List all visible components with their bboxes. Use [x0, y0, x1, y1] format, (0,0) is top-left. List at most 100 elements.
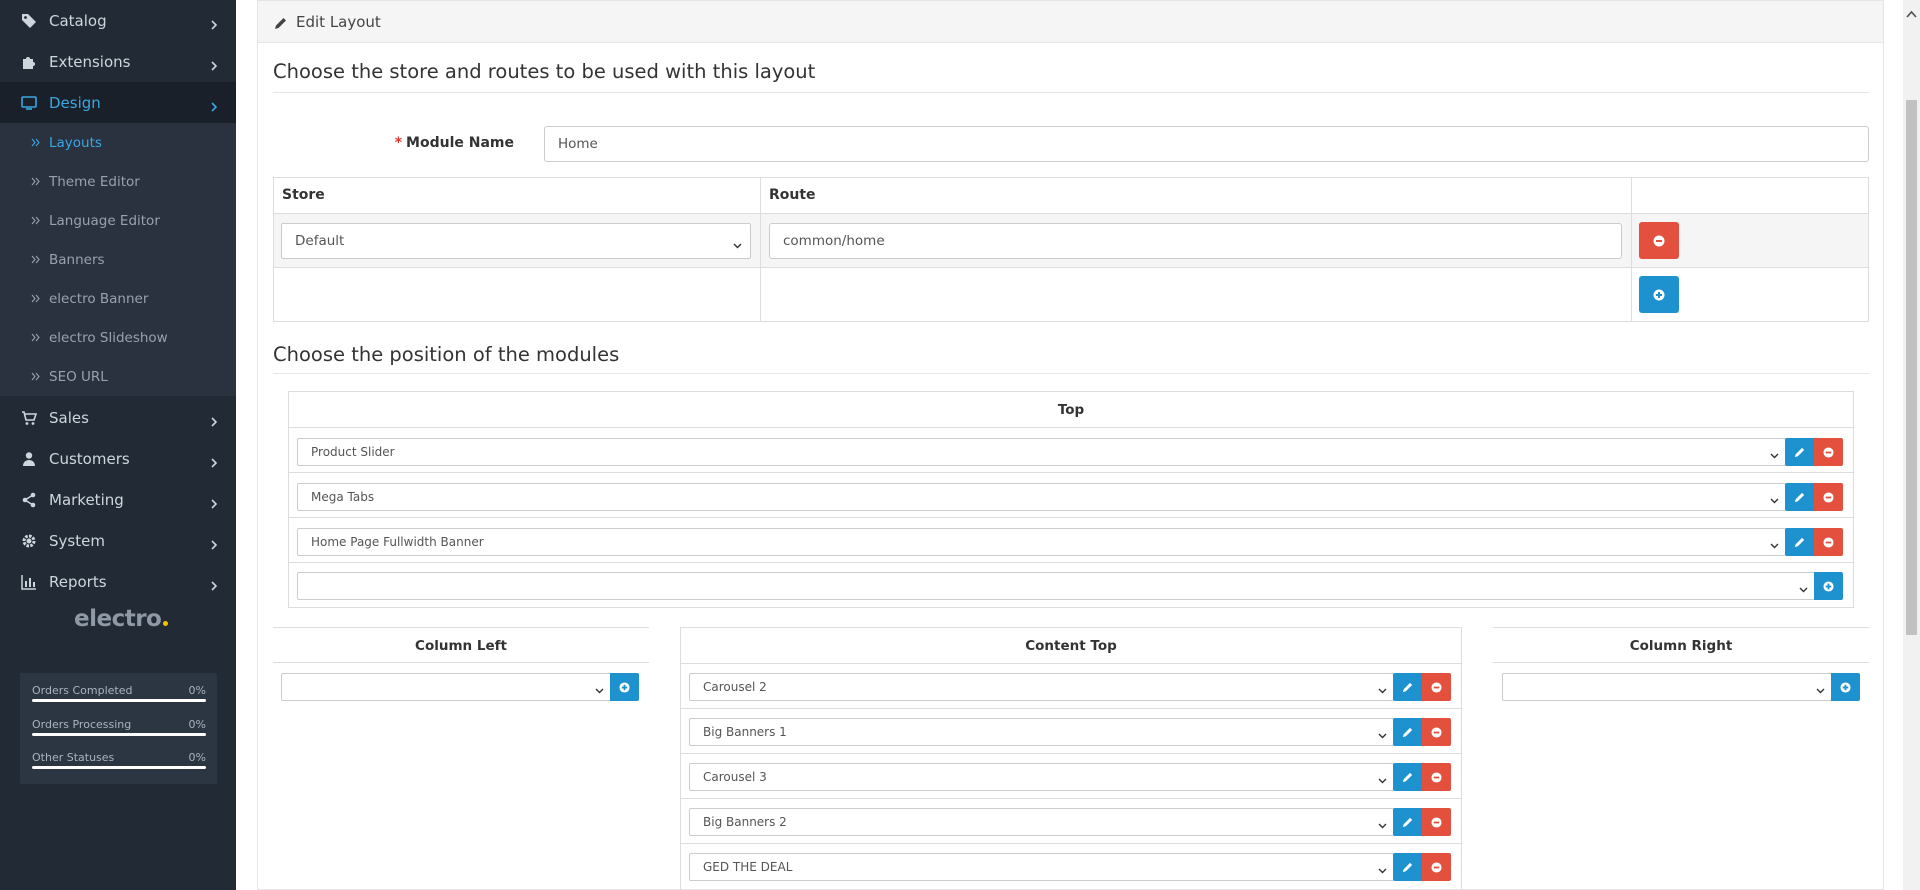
- minus-circle-icon: [1823, 491, 1834, 503]
- remove-module-button[interactable]: [1422, 808, 1451, 836]
- chevron-right-icon: [211, 57, 218, 75]
- add-route-button[interactable]: [1639, 276, 1679, 313]
- edit-module-button[interactable]: [1393, 808, 1422, 836]
- edit-module-button[interactable]: [1393, 673, 1422, 701]
- user-icon: [21, 451, 37, 467]
- sidebar: Catalog Extensions Design Layouts Theme …: [0, 0, 236, 890]
- remove-module-button[interactable]: [1422, 673, 1451, 701]
- edit-module-button[interactable]: [1393, 763, 1422, 791]
- sidebar-subitem-label: Theme Editor: [49, 173, 140, 190]
- table-header-row: Store Route: [274, 178, 1868, 214]
- pencil-icon: [1402, 862, 1413, 872]
- remove-module-button[interactable]: [1814, 438, 1843, 466]
- scrollbar-thumb[interactable]: [1906, 100, 1917, 635]
- sidebar-item-system[interactable]: System: [0, 520, 236, 561]
- scroll-up-arrow-icon[interactable]: [1906, 3, 1917, 22]
- sidebar-item-catalog[interactable]: Catalog: [0, 0, 236, 41]
- position-box-content-top: Content Top: [680, 627, 1462, 890]
- order-stats-panel: Orders Completed 0% Orders Processing 0%…: [20, 673, 217, 784]
- remove-module-button[interactable]: [1422, 763, 1451, 791]
- plus-circle-icon: [1823, 580, 1834, 592]
- module-select-value: Carousel 2: [703, 680, 767, 694]
- edit-module-button[interactable]: [1785, 483, 1814, 511]
- stat-value: 0%: [188, 718, 206, 731]
- pencil-icon: [1794, 447, 1805, 457]
- store-column-header: Store: [282, 187, 325, 203]
- add-module-button[interactable]: [1831, 673, 1860, 701]
- sidebar-subitem-banners[interactable]: Banners: [0, 240, 236, 279]
- stat-progress-bar: [32, 766, 206, 769]
- double-chevron-icon: [31, 135, 40, 151]
- sidebar-item-design[interactable]: Design: [0, 82, 236, 123]
- edit-module-button[interactable]: [1393, 718, 1422, 746]
- top-module-select-3[interactable]: Home Page Fullwidth Banner: [297, 528, 1786, 556]
- sidebar-item-label: Marketing: [49, 490, 124, 509]
- column-divider: [1631, 178, 1632, 321]
- sidebar-subitem-label: Language Editor: [49, 212, 160, 229]
- top-module-select-1[interactable]: Product Slider: [297, 438, 1786, 466]
- double-chevron-icon: [31, 213, 40, 229]
- chevron-down-icon: [1378, 863, 1387, 877]
- content-top-module-select-4[interactable]: Big Banners 2: [689, 808, 1394, 836]
- stat-other-statuses: Other Statuses 0%: [32, 751, 206, 779]
- stat-orders-processing: Orders Processing 0%: [32, 718, 206, 746]
- chevron-down-icon: [1816, 683, 1825, 697]
- top-module-select-new[interactable]: [297, 572, 1815, 600]
- remove-module-button[interactable]: [1422, 853, 1451, 881]
- column-divider: [760, 178, 761, 321]
- content-top-module-select-2[interactable]: Big Banners 1: [689, 718, 1394, 746]
- route-input[interactable]: [769, 223, 1622, 259]
- column-left-module-select[interactable]: [281, 673, 611, 701]
- minus-circle-icon: [1431, 681, 1442, 693]
- sidebar-subitem-seo-url[interactable]: SEO URL: [0, 357, 236, 396]
- content-top-module-select-1[interactable]: Carousel 2: [689, 673, 1394, 701]
- stat-progress-bar: [32, 733, 206, 736]
- edit-module-button[interactable]: [1785, 528, 1814, 556]
- sidebar-subitem-layouts[interactable]: Layouts: [0, 123, 236, 162]
- sidebar-item-customers[interactable]: Customers: [0, 438, 236, 479]
- position-header-content-top: Content Top: [681, 628, 1461, 664]
- sidebar-subitem-label: electro Banner: [49, 290, 149, 307]
- column-right-module-select[interactable]: [1502, 673, 1832, 701]
- minus-circle-icon: [1431, 726, 1442, 738]
- add-module-button[interactable]: [1814, 572, 1843, 600]
- monitor-icon: [21, 95, 37, 111]
- chevron-right-icon: [211, 495, 218, 513]
- chevron-right-icon: [211, 98, 218, 116]
- remove-module-button[interactable]: [1814, 528, 1843, 556]
- add-module-button[interactable]: [610, 673, 639, 701]
- content-top-module-select-5[interactable]: GED THE DEAL: [689, 853, 1394, 881]
- sidebar-subitem-electro-slideshow[interactable]: electro Slideshow: [0, 318, 236, 357]
- top-module-select-2[interactable]: Mega Tabs: [297, 483, 1786, 511]
- edit-module-button[interactable]: [1785, 438, 1814, 466]
- remove-route-button[interactable]: [1639, 222, 1679, 259]
- section-title-positions: Choose the position of the modules: [273, 343, 620, 366]
- module-name-label: * Module Name: [380, 135, 514, 151]
- content-top-module-select-3[interactable]: Carousel 3: [689, 763, 1394, 791]
- sidebar-subitem-language-editor[interactable]: Language Editor: [0, 201, 236, 240]
- pencil-icon: [1402, 772, 1413, 782]
- sidebar-subitem-electro-banner[interactable]: electro Banner: [0, 279, 236, 318]
- stat-label: Orders Processing: [32, 718, 132, 731]
- panel-heading: Edit Layout: [258, 1, 1883, 43]
- chevron-down-icon: [1378, 683, 1387, 697]
- remove-module-button[interactable]: [1814, 483, 1843, 511]
- module-name-input[interactable]: [544, 126, 1869, 162]
- sidebar-item-reports[interactable]: Reports: [0, 561, 236, 602]
- sidebar-item-marketing[interactable]: Marketing: [0, 479, 236, 520]
- pencil-icon: [1402, 682, 1413, 692]
- minus-circle-icon: [1431, 861, 1442, 873]
- sidebar-item-sales[interactable]: Sales: [0, 397, 236, 438]
- remove-module-button[interactable]: [1422, 718, 1451, 746]
- sidebar-subitem-theme-editor[interactable]: Theme Editor: [0, 162, 236, 201]
- pencil-icon: [274, 15, 287, 34]
- stat-orders-completed: Orders Completed 0%: [32, 684, 206, 712]
- chevron-right-icon: [211, 16, 218, 34]
- brand-text: electro: [74, 606, 162, 632]
- bar-chart-icon: [21, 574, 37, 590]
- sidebar-item-extensions[interactable]: Extensions: [0, 41, 236, 82]
- store-select[interactable]: Default: [281, 223, 751, 259]
- panel-title: Edit Layout: [296, 13, 381, 31]
- stat-progress-bar: [32, 699, 206, 702]
- edit-module-button[interactable]: [1393, 853, 1422, 881]
